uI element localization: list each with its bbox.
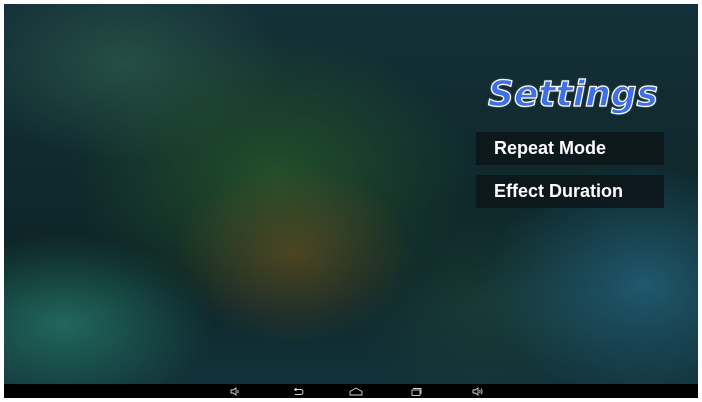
home-button[interactable] [348,384,364,398]
menu-item-label: Effect Duration [494,181,624,201]
recent-apps-button[interactable] [408,384,424,398]
menu-item-label: Repeat Mode [494,138,607,158]
settings-title: Settings [487,73,658,115]
volume-up-icon [472,386,483,396]
effect-duration-button[interactable]: Effect Duration [476,175,664,208]
volume-down-button[interactable] [228,384,242,398]
back-icon [293,387,304,395]
back-button[interactable] [290,384,306,398]
recent-apps-icon [411,387,422,396]
volume-up-button[interactable] [470,384,486,398]
navigation-bar [4,384,698,398]
volume-down-icon [230,386,239,396]
screen: Settings Repeat Mode Effect Duration [4,4,698,398]
home-icon [349,386,363,395]
repeat-mode-button[interactable]: Repeat Mode [476,132,664,165]
